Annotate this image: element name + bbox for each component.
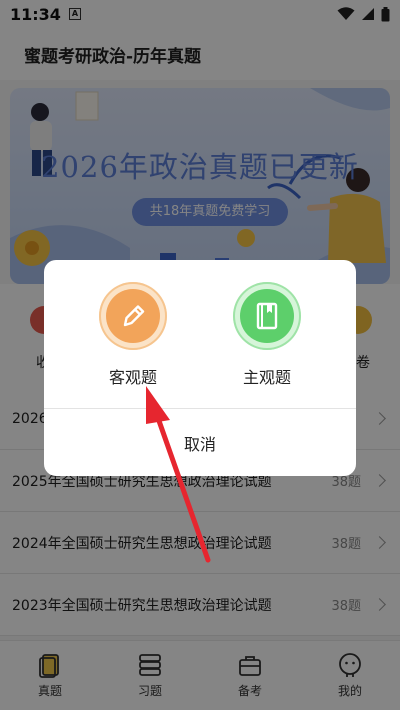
subjective-label: 主观题 [242, 368, 291, 387]
question-type-dialog: 客观题 主观题 取消 [44, 260, 356, 476]
objective-label: 客观题 [108, 368, 157, 387]
cancel-button[interactable]: 取消 [44, 409, 356, 476]
pencil-icon [106, 289, 160, 343]
objective-option[interactable]: 客观题 [78, 282, 188, 388]
notebook-icon [240, 289, 294, 343]
subjective-option[interactable]: 主观题 [212, 282, 322, 388]
objective-circle [99, 282, 167, 350]
subjective-circle [233, 282, 301, 350]
